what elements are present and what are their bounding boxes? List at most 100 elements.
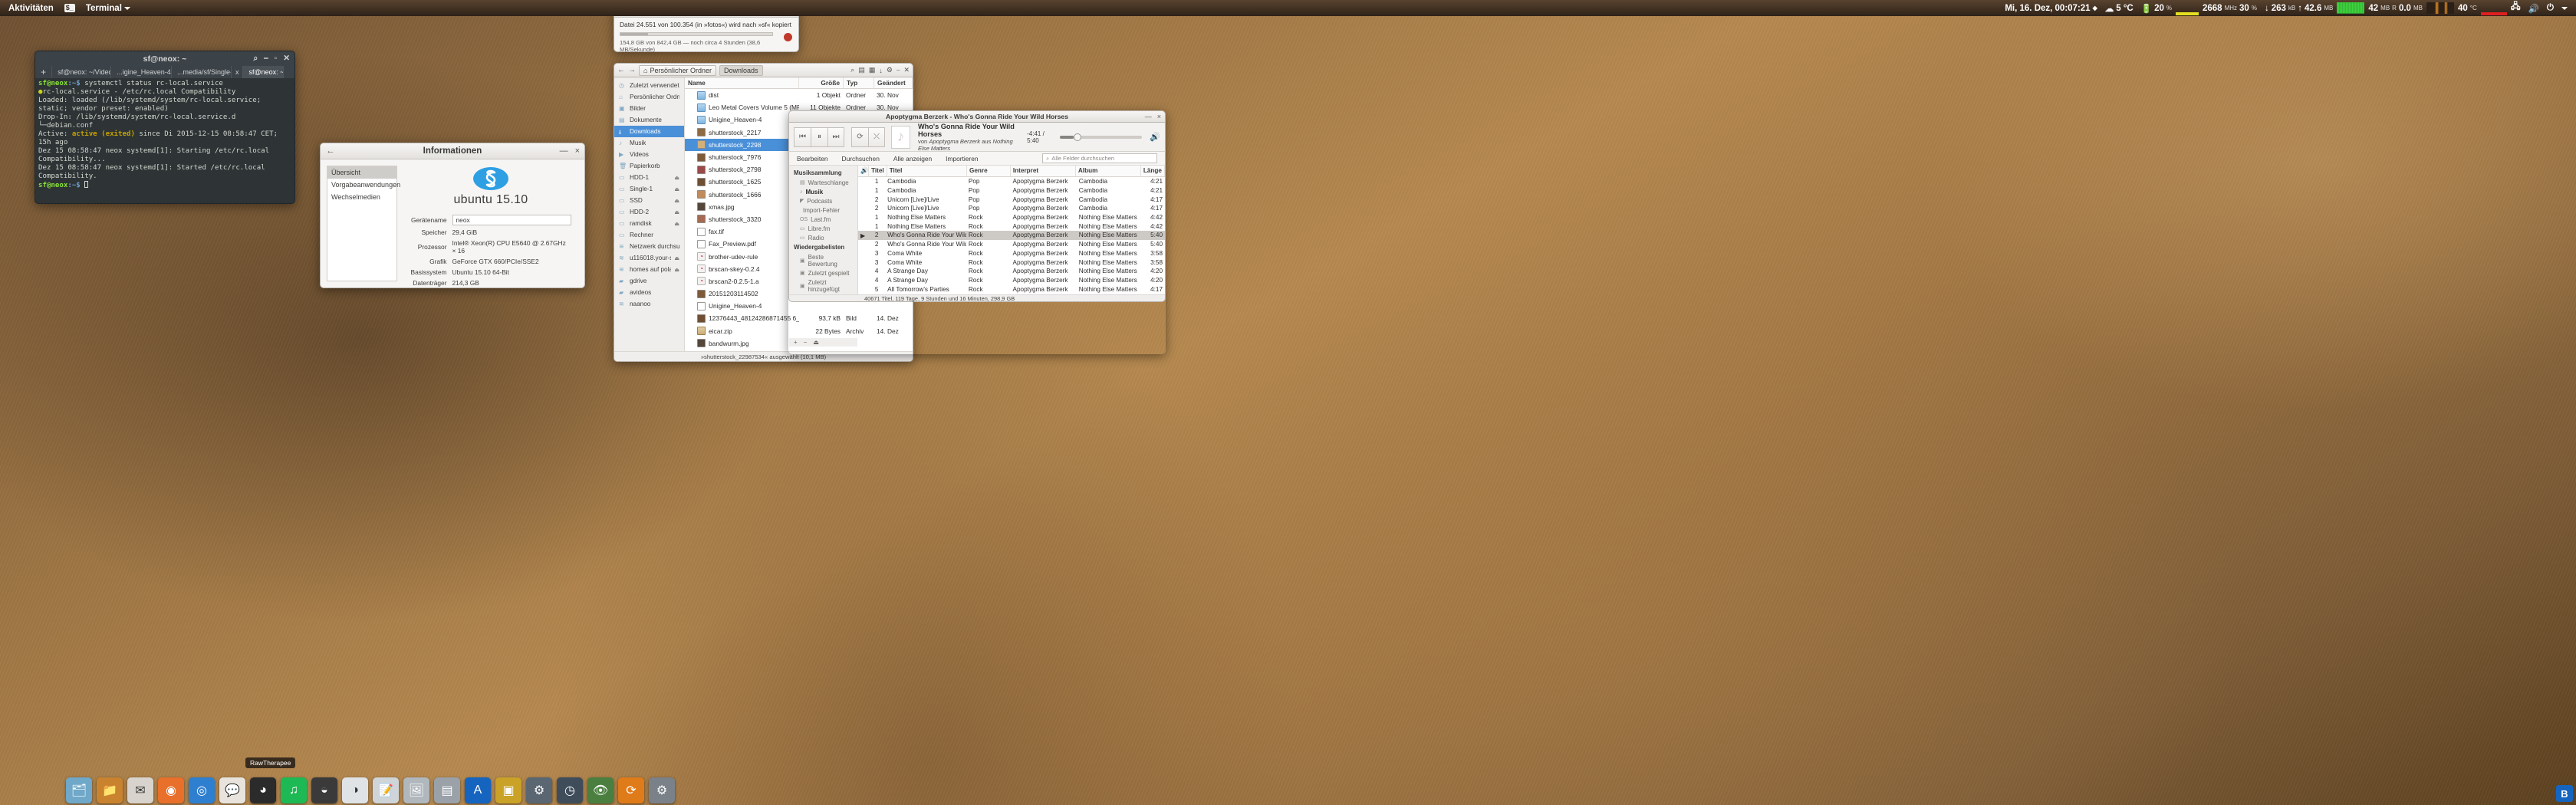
sidebar-item-zuletzt-hinzugef-gt[interactable]: ▣ Zuletzt hinzugefügt [789,278,857,294]
session-menu-icon[interactable] [2558,0,2571,16]
table-row[interactable]: 4 A Strange Day Rock Apoptygma Berzerk Nothi… [858,276,1165,285]
download-icon[interactable]: ↓ [879,67,883,74]
network-status-icon[interactable]: 🖧 [2507,0,2525,16]
terminal-tab-3[interactable]: sf@neox: ~ [242,66,283,78]
terminal-output[interactable]: sf@neox:~$ systemctl status rc-local.ser… [35,78,295,204]
sidebar-item-homes-auf-polaris[interactable]: ≋ homes auf polaris....⏏ [614,264,684,275]
menu-alle-anzeigen[interactable]: Alle anzeigen [893,155,932,163]
shuffle-icon[interactable]: ⤫ [868,127,885,147]
libreoffice-icon[interactable]: A [465,777,491,803]
sidebar-item-last-fm[interactable]: OS Last.fm [789,215,857,224]
search-input[interactable]: ⌕ Alle Felder durchsuchen [1042,153,1157,163]
column-album[interactable]: Album [1076,166,1141,176]
table-row[interactable]: 2 Who's Gonna Ride Your Wild HorsesRock Ap… [858,240,1165,249]
sidebar-item-beste-bewertung[interactable]: ▣ Beste Bewertung [789,252,857,268]
column-genre[interactable]: Genre [967,166,1011,176]
browser-icon[interactable]: ◎ [189,777,215,803]
eject-icon[interactable]: ⏏ [674,209,679,215]
pause-icon[interactable]: ⏸ [811,127,827,147]
column-name[interactable]: Name [685,77,799,88]
battery-indicator[interactable]: 🔋 20% [2137,0,2176,16]
table-row[interactable]: 1 Nothing Else Matters Rock Apoptygma Berze… [858,222,1165,231]
column-size[interactable]: Größe [799,77,844,88]
table-row[interactable]: dist 1 Objekt Ordner 30. Nov [685,89,913,101]
files2-icon[interactable]: 📁 [97,777,123,803]
table-row[interactable]: 2 Unicorn [Live]/Live Pop Apoptygma Berzerk… [858,204,1165,213]
column-artist[interactable]: Interpret [1011,166,1076,176]
sidebar-item-netzwerk-durchsuchen[interactable]: ≋ Netzwerk durchsuchen [614,241,684,252]
back-arrow-icon[interactable]: ← [326,146,335,156]
chat-icon[interactable]: 💬 [219,777,245,803]
column-modified[interactable]: Geändert [874,77,913,88]
eject-icon[interactable]: ⏏ [674,175,679,181]
activities-button[interactable]: Aktivitäten [5,0,58,16]
add-playlist-button[interactable]: + [794,339,798,346]
sidebar-item-bilder[interactable]: ▣ Bilder [614,103,684,114]
search-icon[interactable]: ⌕ [253,54,258,64]
sidebar-item-single-1[interactable]: ▭ Single-1 ⏏ [614,183,684,195]
close-icon[interactable]: × [575,146,580,156]
eject-icon[interactable]: ⏏ [674,267,679,273]
table-row[interactable]: 4 A Strange Day Rock Apoptygma Berzerk Nothi… [858,267,1165,276]
sidebar-item-musik[interactable]: ♪ Musik [614,137,684,149]
menu-importieren[interactable]: Importieren [946,155,978,163]
sidebar-item-videos[interactable]: ▶ Videos [614,149,684,160]
sidebar-item-pers-nlicher-ordner[interactable]: ⌂ Persönlicher Ordner [614,91,684,103]
sidebar-item-libre-fm[interactable]: ▭ Libre.fm [789,224,857,233]
close-tab-button[interactable]: x [230,66,243,78]
remove-playlist-button[interactable]: − [804,339,808,346]
gpu-temp-indicator[interactable]: 40 °C [2454,0,2481,16]
stop-button-icon[interactable] [784,33,792,41]
sidebar-item-warteschlange[interactable]: ▤ Warteschlange [789,178,857,187]
mail-icon[interactable]: ✉ [127,777,153,803]
seek-slider[interactable] [1060,133,1143,141]
sidebar-item-ssd[interactable]: ▭ SSD ⏏ [614,195,684,206]
sidebar-item-podcasts[interactable]: ◤ Podcasts [789,196,857,205]
music-player-window[interactable]: Apoptygma Berzerk - Who's Gonna Ride You… [788,110,1166,354]
clock-icon[interactable]: ◷ [557,777,583,803]
sync-icon[interactable]: ⟳ [618,777,644,803]
table-row[interactable]: ▶ 2 Who's Gonna Ride Your Wild HorsesRock A… [858,231,1165,240]
grid-view-icon[interactable]: ▦ [869,66,876,74]
eject-button[interactable]: ⏏ [813,339,819,346]
sidebar-item-avideos[interactable]: ▰ avideos [614,287,684,298]
table-row[interactable]: 1 Nothing Else Matters Rock Apoptygma Berze… [858,213,1165,222]
terminal-tab-4[interactable] [282,66,294,78]
eject-icon[interactable]: ⏏ [674,186,679,192]
minimize-icon[interactable]: — [560,146,568,156]
text-editor-icon[interactable]: 📝 [373,777,399,803]
search-icon[interactable]: ⌕ [850,66,854,74]
cpu-freq-indicator[interactable]: 2668 MHz 30% [2199,0,2261,16]
image-viewer-icon[interactable]: 🖼 [403,777,429,803]
terminal-tab-1[interactable]: ...igine_Heaven-4.0 [110,66,171,78]
firefox-icon[interactable]: ◉ [158,777,184,803]
table-row[interactable]: 3 Coma White Rock Apoptygma Berzerk Nothing … [858,258,1165,267]
scanner-icon[interactable]: ▤ [434,777,460,803]
breadcrumb-home[interactable]: ⌂ Persönlicher Ordner [639,64,716,76]
forward-arrow-icon[interactable]: → [628,66,636,74]
colorwheel-icon[interactable]: ◒ [311,777,337,803]
sidebar-item-zuletzt-gespielt[interactable]: ▣ Zuletzt gespielt [789,268,857,278]
terminal-tab-2[interactable]: ...media/sf/Single-1 [170,66,231,78]
menu-bearbeiten[interactable]: Bearbeiten [797,155,828,163]
volume-icon[interactable]: 🔊 [2525,0,2543,16]
sidebar-item-hdd-2[interactable]: ▭ HDD-2 ⏏ [614,206,684,218]
eye-icon[interactable]: 👁 [587,777,614,803]
clock-indicator[interactable]: Mi, 16. Dez, 00:07:21 ◆ [2001,0,2101,16]
minimize-icon[interactable]: ⎯ [897,66,900,74]
sidebar-item-ramdisk[interactable]: ▭ ramdisk ⏏ [614,218,684,229]
column-title[interactable]: Titel [887,166,967,176]
app-menu-button[interactable]: Terminal [82,0,134,16]
sidebar-item-dokumente[interactable]: ▤ Dokumente [614,114,684,126]
files-icon[interactable]: 🗂 [66,777,92,803]
close-icon[interactable]: ✕ [283,54,290,64]
weather-indicator[interactable]: ☁ 5 °C [2101,0,2137,16]
sidebar-item-naanoo[interactable]: ≋ naanoo [614,298,684,310]
repeat-icon[interactable]: ⟳ [851,127,868,147]
maximize-icon[interactable]: ▫ [274,54,277,64]
new-tab-button[interactable]: + [35,66,51,78]
media-icon[interactable]: ◕ [250,777,276,803]
column-type[interactable]: Typ [844,77,874,88]
archive-icon[interactable]: ▣ [495,777,521,803]
terminal-window[interactable]: sf@neox: ~ ⌕ ⎯ ▫ ✕ + sf@neox: ~/Videos .… [35,51,295,204]
